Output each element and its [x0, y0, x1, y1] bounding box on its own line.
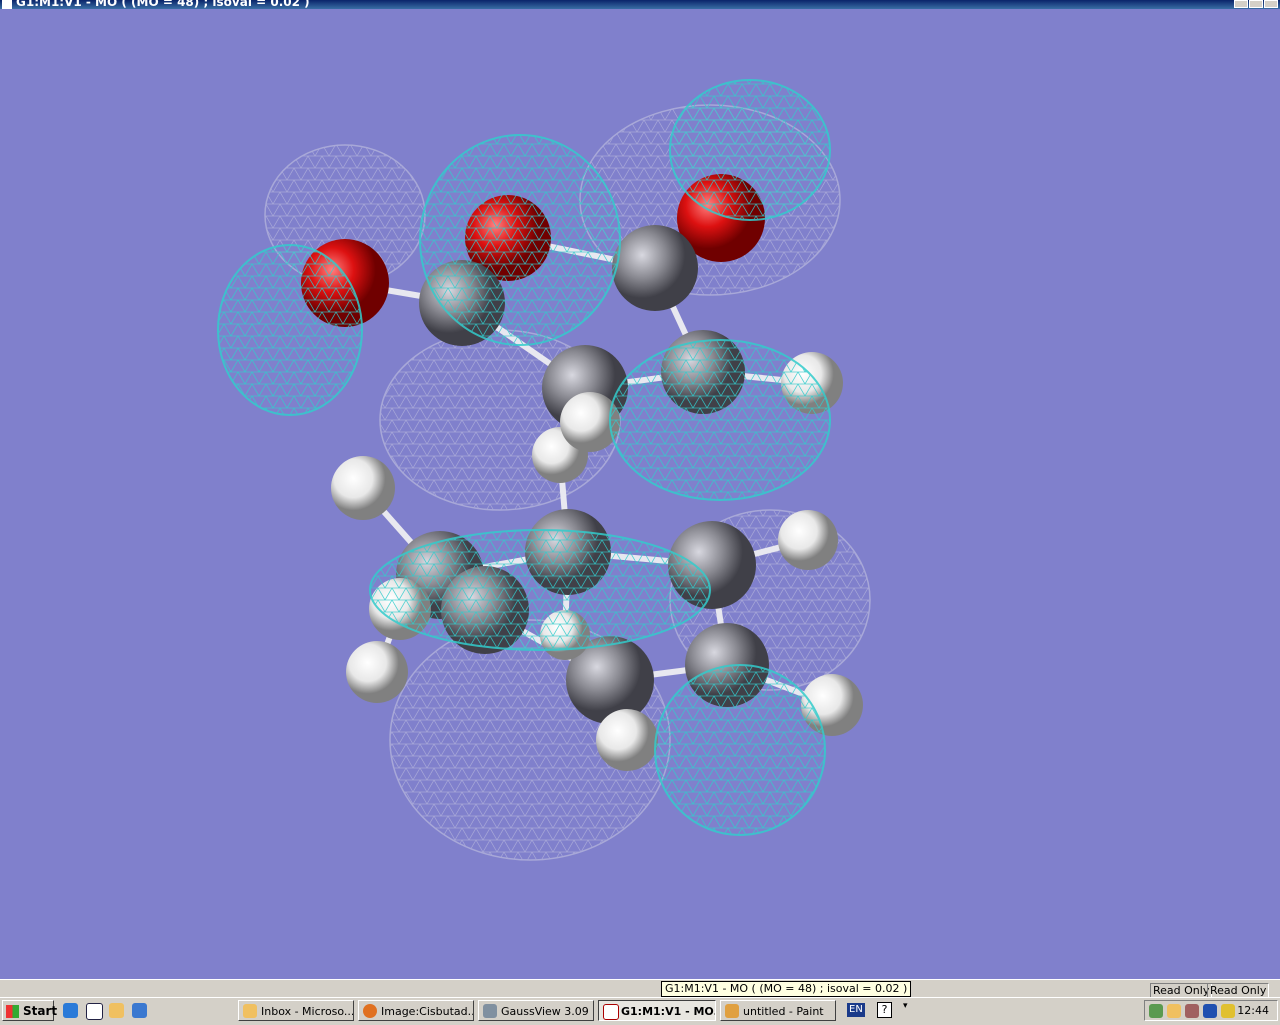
firefox-icon: [363, 1004, 377, 1018]
windows-logo-icon: [6, 1005, 19, 1018]
start-button[interactable]: Start: [2, 1000, 58, 1021]
close-button[interactable]: [1264, 0, 1278, 8]
outlook-icon[interactable]: [109, 1003, 124, 1018]
positive-orbital-lobe: [369, 529, 711, 651]
hydrogen-atom[interactable]: [596, 709, 658, 771]
language-indicator[interactable]: EN: [847, 1003, 865, 1017]
shield-icon[interactable]: [1221, 1004, 1235, 1018]
taskbar-item-inbox[interactable]: Inbox - Microso...: [238, 1000, 354, 1021]
clock: 12:44: [1237, 1004, 1269, 1017]
window-title: G1:M1:V1 - MO ( (MO = 48) ; isoval = 0.0…: [16, 0, 310, 9]
carbon-atom[interactable]: [612, 225, 698, 311]
gaussview-icon: [483, 1004, 497, 1018]
taskbar-item-paint[interactable]: untitled - Paint: [720, 1000, 836, 1021]
outlook-icon: [243, 1004, 257, 1018]
restore-toolbar-icon[interactable]: ▾: [903, 1001, 908, 1011]
network-icon[interactable]: [1149, 1004, 1163, 1018]
app-icon[interactable]: [1203, 1004, 1217, 1018]
internet-explorer-icon[interactable]: [63, 1003, 78, 1018]
taskbar-item-label: GaussView 3.09: [501, 1005, 589, 1018]
paint-icon: [725, 1004, 739, 1018]
taskbar-item-mo-window[interactable]: G1:M1:V1 - MO...: [598, 1000, 716, 1021]
taskbar: Start Inbox - Microso... Image:Cisbutad.…: [0, 997, 1280, 1025]
positive-orbital-lobe: [654, 664, 826, 836]
positive-orbital-lobe: [609, 339, 831, 501]
taskbar-item-label: G1:M1:V1 - MO...: [621, 1005, 716, 1018]
disconnected-icon[interactable]: [1185, 1004, 1199, 1018]
positive-orbital-lobe: [419, 134, 621, 346]
help-icon[interactable]: ?: [877, 1002, 892, 1018]
molecule-viewport[interactable]: [0, 9, 1280, 979]
taskbar-item-label: Inbox - Microso...: [261, 1005, 354, 1018]
positive-orbital-lobe: [669, 79, 831, 221]
show-desktop-icon[interactable]: [86, 1003, 103, 1020]
taskbar-item-firefox[interactable]: Image:Cisbutad...: [358, 1000, 474, 1021]
maximize-button[interactable]: [1249, 0, 1263, 8]
hydrogen-atom[interactable]: [778, 510, 838, 570]
hydrogen-atom[interactable]: [331, 456, 395, 520]
status-bar: Read Only Read Only: [0, 979, 1280, 999]
taskbar-item-label: untitled - Paint: [743, 1005, 824, 1018]
app-icon[interactable]: [132, 1003, 147, 1018]
minimize-button[interactable]: [1234, 0, 1248, 8]
tooltip: G1:M1:V1 - MO ( (MO = 48) ; isoval = 0.0…: [661, 981, 912, 997]
title-bar: G1:M1:V1 - MO ( (MO = 48) ; isoval = 0.0…: [0, 0, 1280, 9]
app-icon: [2, 0, 12, 9]
taskbar-item-gaussview[interactable]: GaussView 3.09: [478, 1000, 594, 1021]
hydrogen-atom[interactable]: [346, 641, 408, 703]
outlook-icon[interactable]: [1167, 1004, 1181, 1018]
positive-orbital-lobe: [217, 244, 363, 416]
system-tray: 12:44: [1144, 1000, 1278, 1021]
molecule-window-icon: [603, 1004, 619, 1020]
start-label: Start: [23, 1004, 58, 1018]
taskbar-item-label: Image:Cisbutad...: [381, 1005, 474, 1018]
